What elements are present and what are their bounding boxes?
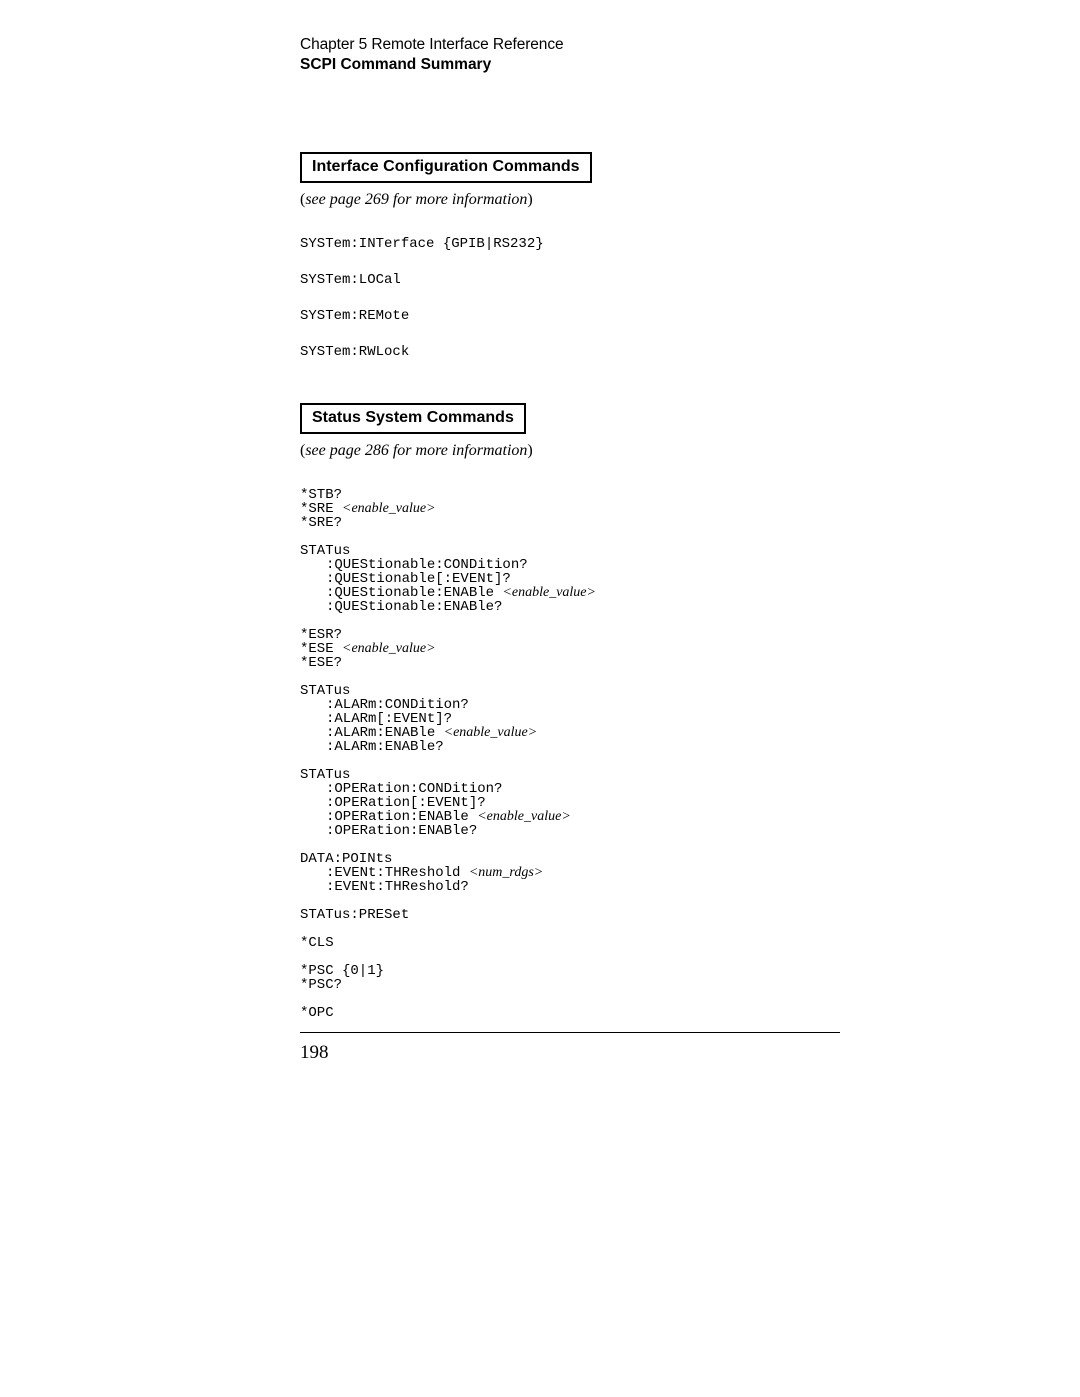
command-line: SYSTem:RWLock bbox=[300, 345, 840, 359]
section-heading: SCPI Command Summary bbox=[300, 56, 840, 74]
page-number: 198 bbox=[300, 1042, 329, 1064]
command-line: :QUEStionable:ENABle? bbox=[300, 600, 840, 614]
command-line: :EVENt:THReshold <num_rdgs> bbox=[300, 866, 840, 880]
command-line: *OPC bbox=[300, 1006, 840, 1020]
command-line: *ESE <enable_value> bbox=[300, 642, 840, 656]
command-line: :ALARm:CONDition? bbox=[300, 698, 840, 712]
command-line: SYSTem:REMote bbox=[300, 309, 840, 323]
command-line: :OPERation[:EVENt]? bbox=[300, 796, 840, 810]
command-line: :ALARm:ENABle? bbox=[300, 740, 840, 754]
command-line: *SRE <enable_value> bbox=[300, 502, 840, 516]
command-line: DATA:POINts bbox=[300, 852, 840, 866]
command-line: STATus bbox=[300, 684, 840, 698]
command-line: :OPERation:ENABle <enable_value> bbox=[300, 810, 840, 824]
command-line: :OPERation:CONDition? bbox=[300, 782, 840, 796]
command-line: *ESR? bbox=[300, 628, 840, 642]
command-line: SYSTem:LOCal bbox=[300, 273, 840, 287]
command-line: STATus bbox=[300, 544, 840, 558]
section: Interface Configuration Commands (see pag… bbox=[300, 152, 840, 359]
command-line: :QUEStionable[:EVENt]? bbox=[300, 572, 840, 586]
command-block: SYSTem:INTerface {GPIB|RS232} SYSTem:LOCa… bbox=[300, 237, 840, 359]
command-line: *SRE? bbox=[300, 516, 840, 530]
command-line: *ESE? bbox=[300, 656, 840, 670]
section: Status System Commands (see page 286 for … bbox=[300, 403, 840, 1020]
command-line: SYSTem:INTerface {GPIB|RS232} bbox=[300, 237, 840, 251]
command-line: :OPERation:ENABle? bbox=[300, 824, 840, 838]
chapter-heading: Chapter 5 Remote Interface Reference bbox=[300, 36, 840, 54]
command-line: :QUEStionable:ENABle <enable_value> bbox=[300, 586, 840, 600]
see-note: (see page 269 for more information) bbox=[300, 191, 840, 209]
command-line: :ALARm[:EVENt]? bbox=[300, 712, 840, 726]
footer-rule bbox=[300, 1032, 840, 1033]
command-line: *STB? bbox=[300, 488, 840, 502]
command-line: *PSC? bbox=[300, 978, 840, 992]
command-line: :QUEStionable:CONDition? bbox=[300, 558, 840, 572]
section-title: Interface Configuration Commands bbox=[300, 152, 592, 183]
command-line: STATus bbox=[300, 768, 840, 782]
command-block: *STB?*SRE <enable_value>*SRE?STATus:QUES… bbox=[300, 488, 840, 1020]
command-line: STATus:PRESet bbox=[300, 908, 840, 922]
section-title: Status System Commands bbox=[300, 403, 526, 434]
page: Chapter 5 Remote Interface Reference SCP… bbox=[300, 36, 840, 1020]
command-line: :EVENt:THReshold? bbox=[300, 880, 840, 894]
command-line: :ALARm:ENABle <enable_value> bbox=[300, 726, 840, 740]
command-line: *CLS bbox=[300, 936, 840, 950]
see-note: (see page 286 for more information) bbox=[300, 442, 840, 460]
command-line: *PSC {0|1} bbox=[300, 964, 840, 978]
